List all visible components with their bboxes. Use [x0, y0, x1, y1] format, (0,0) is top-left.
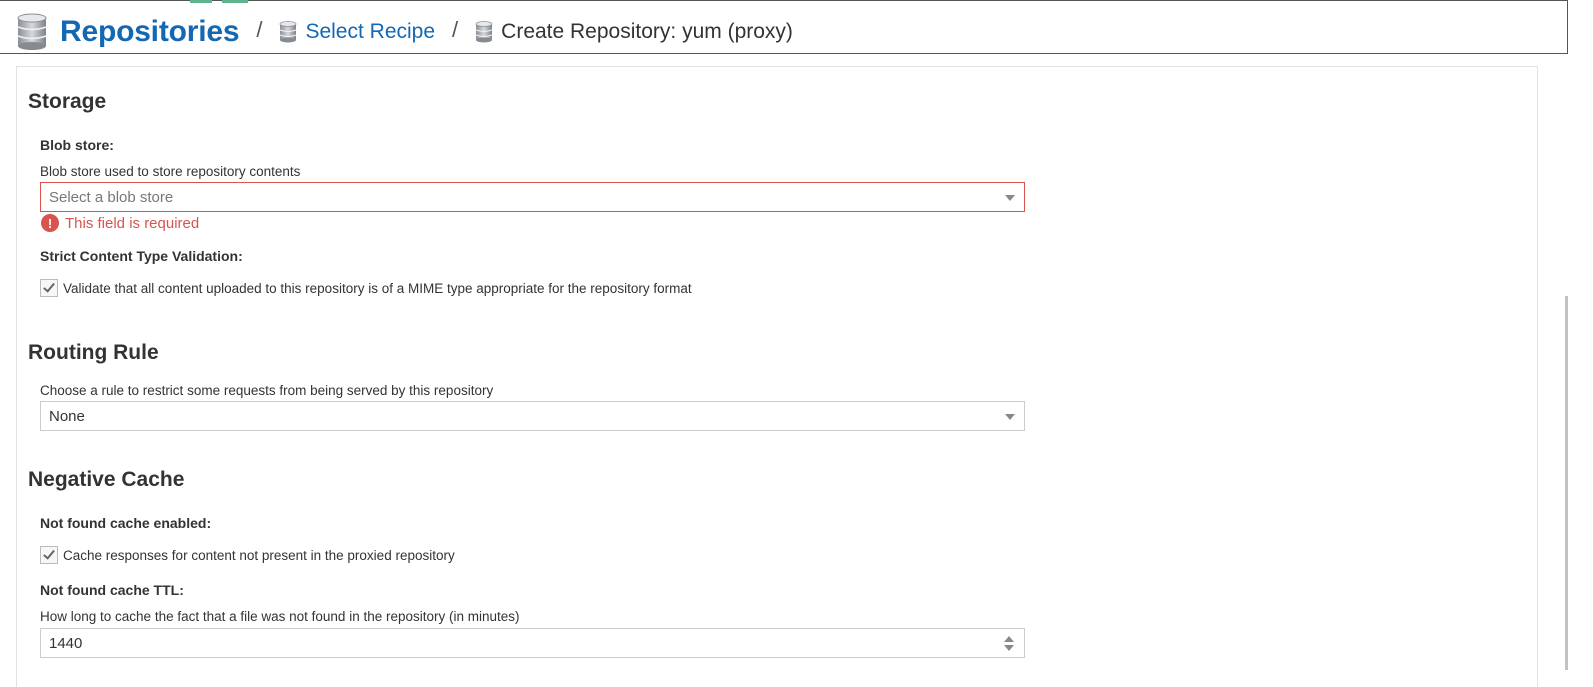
- database-icon: [17, 13, 47, 50]
- spinner-up-icon[interactable]: [1004, 636, 1014, 642]
- not-found-cache-ttl-help: How long to cache the fact that a file w…: [40, 609, 520, 624]
- blob-store-placeholder: Select a blob store: [49, 189, 174, 206]
- checkmark-icon: [43, 547, 55, 560]
- not-found-cache-enabled-label: Not found cache enabled:: [40, 515, 212, 531]
- database-icon: [475, 21, 493, 43]
- strict-validation-checkbox[interactable]: [40, 279, 58, 297]
- not-found-cache-ttl-label: Not found cache TTL:: [40, 582, 184, 598]
- routing-rule-help: Choose a rule to restrict some requests …: [40, 383, 494, 398]
- not-found-cache-checkbox[interactable]: [40, 546, 58, 564]
- routing-rule-select[interactable]: None: [40, 401, 1025, 431]
- strict-validation-checkbox-label[interactable]: Validate that all content uploaded to th…: [63, 281, 692, 296]
- blob-store-select[interactable]: Select a blob store: [40, 182, 1025, 212]
- not-found-cache-ttl-value: 1440: [49, 635, 83, 652]
- section-title-storage: Storage: [28, 90, 107, 113]
- database-icon: [280, 21, 297, 43]
- strict-validation-row: Validate that all content uploaded to th…: [40, 278, 692, 298]
- breadcrumb-separator: /: [256, 17, 263, 42]
- scrollbar-thumb[interactable]: [1565, 296, 1568, 670]
- not-found-cache-checkbox-label[interactable]: Cache responses for content not present …: [63, 548, 455, 563]
- header-accent-mark: [222, 0, 248, 3]
- header-right-border: [1567, 0, 1568, 54]
- not-found-cache-ttl-input[interactable]: 1440: [40, 628, 1025, 658]
- breadcrumb-repositories-link[interactable]: Repositories: [60, 15, 240, 49]
- breadcrumb-current-page: Create Repository: yum (proxy): [501, 20, 793, 43]
- checkmark-icon: [43, 280, 55, 293]
- chevron-down-icon[interactable]: [1005, 195, 1015, 201]
- breadcrumb: Repositories / Select Recipe / Create Re…: [17, 12, 793, 52]
- header-accent-mark: [190, 0, 212, 3]
- spinner-down-icon[interactable]: [1004, 645, 1014, 651]
- blob-store-error-text: This field is required: [65, 214, 200, 232]
- not-found-cache-row: Cache responses for content not present …: [40, 545, 455, 565]
- error-icon: !: [41, 214, 59, 232]
- routing-rule-value: None: [49, 408, 85, 425]
- blob-store-help: Blob store used to store repository cont…: [40, 164, 301, 179]
- chevron-down-icon[interactable]: [1005, 414, 1015, 420]
- page-header: Repositories / Select Recipe / Create Re…: [0, 0, 1568, 54]
- breadcrumb-separator: /: [452, 17, 459, 42]
- blob-store-error: ! This field is required: [41, 213, 199, 233]
- repository-form-panel: [16, 66, 1538, 687]
- section-title-routing-rule: Routing Rule: [28, 341, 159, 364]
- blob-store-label: Blob store:: [40, 137, 114, 153]
- breadcrumb-select-recipe-link[interactable]: Select Recipe: [305, 20, 435, 44]
- section-title-negative-cache: Negative Cache: [28, 468, 185, 491]
- strict-validation-label: Strict Content Type Validation:: [40, 248, 243, 264]
